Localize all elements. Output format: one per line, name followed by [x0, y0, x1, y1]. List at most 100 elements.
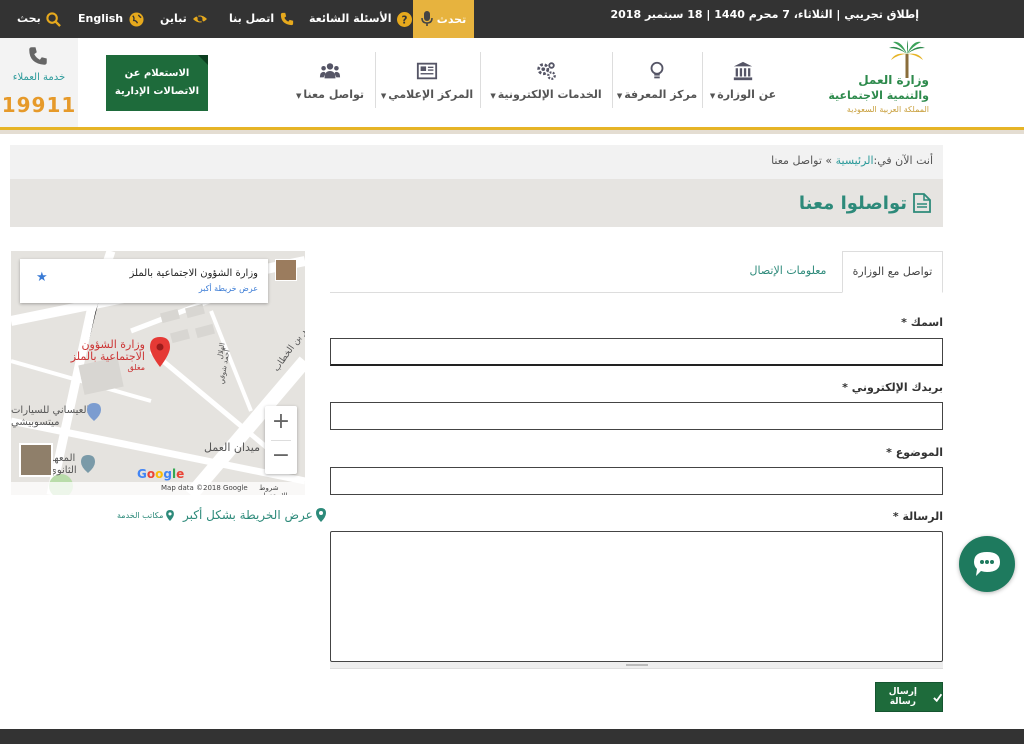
- message-label-text: الرسالة: [902, 510, 944, 523]
- svg-text:?: ?: [402, 14, 408, 26]
- send-message-label: إرسال رسالة: [888, 687, 917, 707]
- google-map[interactable]: وزارة الشؤون الاجتماعية بالملز عرض خريطة…: [11, 251, 305, 495]
- subject-label: الموضوع *: [886, 446, 943, 459]
- required-mark: *: [901, 316, 907, 329]
- customer-service-hotline[interactable]: خدمة العملاء 19911: [0, 38, 78, 127]
- english-link[interactable]: English: [78, 0, 144, 38]
- phone-icon: [279, 11, 295, 27]
- place-label: العيساني للسيارات: [11, 405, 90, 416]
- required-mark: *: [892, 510, 899, 523]
- tab-contact-info[interactable]: معلومات الإتصال: [738, 251, 838, 293]
- message-label: الرسالة *: [893, 510, 943, 523]
- service-offices-label: مكاتب الخدمة: [117, 510, 164, 520]
- name-input[interactable]: [330, 338, 943, 366]
- map-attribution: Map data ©2018 Google شروط الاستخدام: [11, 482, 305, 495]
- globe-icon: [128, 11, 144, 27]
- breadcrumb-separator: »: [821, 154, 836, 167]
- zoom-in-button[interactable]: +: [265, 406, 297, 440]
- star-icon[interactable]: ★: [36, 270, 48, 285]
- map-terms-link[interactable]: شروط الاستخدام: [259, 484, 305, 495]
- nav-media-label: المركز الإعلامي: [388, 87, 474, 101]
- nav-ministry[interactable]: عن الوزارة▼: [706, 40, 780, 120]
- question-icon: ?: [397, 11, 413, 27]
- contact-label: اتصل بنا: [229, 12, 275, 25]
- nav-eservices-label: الخدمات الإلكترونية: [497, 87, 602, 101]
- zoom-out-button[interactable]: −: [265, 440, 297, 474]
- institute-label-2: الثانوي: [49, 465, 77, 476]
- document-icon: [913, 193, 931, 213]
- tab-contact-ministry[interactable]: تواصل مع الوزارة: [842, 251, 943, 293]
- required-mark: *: [886, 446, 892, 459]
- caret-down-icon: ▼: [490, 91, 496, 100]
- nav-separator: [375, 52, 376, 108]
- service-offices-link[interactable]: مكاتب الخدمة: [117, 505, 175, 525]
- nav-media[interactable]: المركز الإعلامي▼: [380, 40, 474, 120]
- pin-status: مغلق: [127, 363, 145, 372]
- breadcrumb: أنت الآن في:الرئيسية » تواصل معنا: [771, 145, 933, 179]
- contrast-toggle[interactable]: تباين: [160, 0, 208, 38]
- nav-knowledge-label: مركز المعرفة: [624, 87, 698, 101]
- microphone-icon: [421, 11, 433, 26]
- english-label: English: [78, 12, 124, 25]
- lightbulb-icon: [650, 61, 664, 78]
- breadcrumb-bar: أنت الآن في:الرئيسية » تواصل معنا: [10, 145, 943, 179]
- textarea-resize-handle[interactable]: [330, 662, 943, 669]
- nav-contact[interactable]: تواصل معنا▼: [290, 40, 370, 120]
- logo-country: المملكة العربية السعودية: [846, 105, 929, 114]
- nav-knowledge[interactable]: مركز المعرفة▼: [616, 40, 698, 120]
- title-bar: تواصلوا معنا: [10, 179, 943, 227]
- faq-label: الأسئلة الشائعة: [309, 12, 392, 25]
- subject-input[interactable]: [330, 467, 943, 495]
- map-larger-link[interactable]: عرض خريطة أكبر: [199, 284, 258, 293]
- nav-separator: [612, 52, 613, 108]
- map-zoom-controls: + −: [265, 406, 297, 474]
- date-text: إطلاق تجريبي | الثلاثاء، 7 محرم 1440 | 1…: [610, 8, 919, 21]
- chat-button[interactable]: [959, 536, 1015, 592]
- school-pin-icon: [81, 455, 95, 473]
- breadcrumb-current: تواصل معنا: [771, 154, 822, 167]
- search-icon: [46, 11, 62, 27]
- google-logo: Google: [137, 467, 185, 481]
- admin-inquiry-line2: الاتصالات الإدارية: [114, 86, 200, 97]
- email-input[interactable]: [330, 402, 943, 430]
- name-label-text: اسمك: [910, 316, 943, 329]
- admin-inquiry-line1: الاستعلام عن: [124, 68, 190, 79]
- footer-bar: [0, 729, 1024, 744]
- search-link[interactable]: بحث: [17, 0, 62, 38]
- caret-down-icon: ▼: [295, 91, 302, 100]
- chat-bubble-icon: [974, 552, 1000, 576]
- gears-icon: [537, 61, 556, 80]
- hotline-label: خدمة العملاء: [12, 72, 66, 83]
- contact-link[interactable]: اتصل بنا: [229, 0, 295, 38]
- bank-icon: [733, 61, 753, 80]
- nav-eservices[interactable]: الخدمات الإلكترونية▼: [486, 40, 606, 120]
- send-message-button[interactable]: إرسال رسالة: [875, 682, 943, 712]
- nav-separator: [702, 52, 703, 108]
- top-bar: إطلاق تجريبي | الثلاثاء، 7 محرم 1440 | 1…: [0, 0, 1024, 38]
- street-view-thumbnail[interactable]: [19, 443, 53, 477]
- map-data-text: Map data ©2018 Google: [161, 484, 248, 492]
- place-thumbnail[interactable]: [275, 259, 297, 281]
- ministry-logo[interactable]: وزارة العمل والتنمية الاجتماعية المملكة …: [828, 40, 984, 120]
- subject-label-text: الموضوع: [895, 446, 943, 459]
- message-textarea[interactable]: [330, 531, 943, 662]
- caret-down-icon: ▼: [709, 91, 716, 100]
- view-larger-map-link[interactable]: عرض الخريطة بشكل أكبر: [183, 505, 326, 525]
- breadcrumb-prefix: أنت الآن في:: [873, 154, 933, 167]
- name-label: اسمك *: [901, 316, 943, 329]
- breadcrumb-home-link[interactable]: الرئيسية: [836, 154, 874, 167]
- logo-title: وزارة العمل: [858, 73, 929, 87]
- shop-pin-icon: [87, 403, 101, 421]
- map-pin-icon[interactable]: [150, 337, 170, 367]
- zoom-separator: [271, 440, 291, 441]
- contrast-label: تباين: [160, 12, 187, 25]
- nav-separator: [480, 52, 481, 108]
- email-label-text: بريدك الإلكتروني: [851, 381, 943, 394]
- faq-link[interactable]: ? الأسئلة الشائعة: [309, 0, 413, 38]
- talk-button[interactable]: تحدث: [413, 0, 474, 38]
- nav-ministry-label: عن الوزارة: [717, 87, 777, 101]
- admin-inquiry-button[interactable]: الاستعلام عن الاتصالات الإدارية: [106, 55, 208, 111]
- newspaper-icon: [416, 62, 438, 79]
- talk-label: تحدث: [436, 12, 467, 26]
- search-label: بحث: [17, 12, 41, 25]
